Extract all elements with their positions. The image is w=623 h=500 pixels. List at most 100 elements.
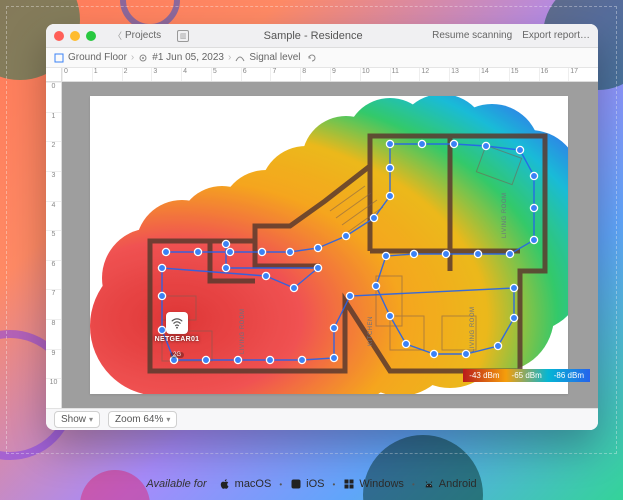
survey-point[interactable]	[370, 214, 377, 221]
export-report-button[interactable]: Export report…	[522, 30, 590, 41]
back-projects-button[interactable]: 〈 Projects	[108, 27, 166, 44]
window-controls	[54, 31, 96, 41]
access-point-marker[interactable]: NETGEAR01 2G	[154, 312, 200, 361]
ruler-tick: 8	[46, 319, 61, 349]
survey-point[interactable]	[298, 356, 305, 363]
survey-point[interactable]	[262, 272, 269, 279]
survey-point[interactable]	[158, 264, 165, 271]
signal-legend: -43 dBm -65 dBm -86 dBm	[463, 369, 590, 382]
room-label: LIVING ROOM	[502, 192, 508, 238]
survey-point[interactable]	[314, 264, 321, 271]
survey-point[interactable]	[530, 236, 537, 243]
close-icon[interactable]	[54, 31, 64, 41]
ruler-tick: 16	[539, 68, 569, 81]
resume-scanning-button[interactable]: Resume scanning	[432, 30, 512, 41]
layout-button[interactable]: ▥	[172, 28, 194, 44]
survey-point[interactable]	[234, 356, 241, 363]
ruler-tick: 8	[300, 68, 330, 81]
statusbar: Show ▾ Zoom 64% ▾	[46, 408, 598, 430]
apple-icon	[219, 478, 231, 490]
survey-point[interactable]	[430, 350, 437, 357]
survey-point[interactable]	[290, 284, 297, 291]
refresh-icon[interactable]	[307, 53, 317, 63]
survey-point[interactable]	[462, 350, 469, 357]
survey-point[interactable]	[482, 142, 489, 149]
ruler-tick: 1	[92, 68, 122, 81]
breadcrumb-survey[interactable]: #1 Jun 05, 2023	[152, 52, 224, 63]
survey-point[interactable]	[162, 248, 169, 255]
survey-point[interactable]	[342, 232, 349, 239]
zoom-icon[interactable]	[86, 31, 96, 41]
survey-point[interactable]	[330, 324, 337, 331]
survey-point[interactable]	[258, 248, 265, 255]
available-for-label: Available for	[146, 478, 206, 490]
platform-ios: iOS	[290, 478, 324, 490]
canvas-viewport[interactable]: LIVING ROOM KITCHEN LIVING ROOM LIVING R…	[62, 82, 598, 408]
survey-point[interactable]	[494, 342, 501, 349]
survey-point[interactable]	[386, 312, 393, 319]
survey-point[interactable]	[382, 252, 389, 259]
survey-point[interactable]	[418, 140, 425, 147]
ruler-tick: 7	[46, 289, 61, 319]
survey-point[interactable]	[158, 292, 165, 299]
ruler-tick: 6	[46, 260, 61, 290]
survey-point[interactable]	[516, 146, 523, 153]
survey-point[interactable]	[386, 192, 393, 199]
survey-point[interactable]	[286, 248, 293, 255]
minimize-icon[interactable]	[70, 31, 80, 41]
show-label: Show	[61, 414, 86, 425]
show-dropdown[interactable]: Show ▾	[54, 411, 100, 428]
survey-point[interactable]	[222, 240, 229, 247]
room-label: KITCHEN	[368, 316, 374, 346]
breadcrumb-visualization[interactable]: Signal level	[249, 52, 300, 63]
access-point-name: NETGEAR01	[154, 336, 200, 343]
platform-label: Android	[439, 478, 477, 490]
survey-point[interactable]	[222, 264, 229, 271]
ruler-tick: 3	[151, 68, 181, 81]
survey-point[interactable]	[506, 250, 513, 257]
platform-label: macOS	[235, 478, 272, 490]
survey-point[interactable]	[510, 314, 517, 321]
zoom-dropdown[interactable]: Zoom 64% ▾	[108, 411, 177, 428]
survey-point[interactable]	[226, 248, 233, 255]
survey-point[interactable]	[386, 140, 393, 147]
ruler-tick: 5	[211, 68, 241, 81]
chevron-right-icon: ›	[228, 52, 231, 63]
ruler-tick: 7	[270, 68, 300, 81]
survey-point[interactable]	[510, 284, 517, 291]
legend-weak: -86 dBm	[548, 369, 590, 382]
survey-point[interactable]	[346, 292, 353, 299]
breadcrumb: Ground Floor › #1 Jun 05, 2023 › Signal …	[46, 48, 598, 68]
survey-point[interactable]	[410, 250, 417, 257]
survey-point[interactable]	[442, 250, 449, 257]
ruler-tick: 0	[62, 68, 92, 81]
ios-icon	[290, 478, 302, 490]
ruler-tick: 4	[46, 201, 61, 231]
ruler-tick: 3	[46, 171, 61, 201]
survey-point[interactable]	[402, 340, 409, 347]
survey-point[interactable]	[474, 250, 481, 257]
survey-point[interactable]	[330, 354, 337, 361]
survey-point[interactable]	[202, 356, 209, 363]
survey-point[interactable]	[372, 282, 379, 289]
survey-point[interactable]	[530, 204, 537, 211]
room-label: LIVING ROOM	[240, 308, 246, 354]
layout-icon: ▥	[177, 30, 189, 42]
access-point-band: 2G	[170, 352, 184, 358]
ruler-tick: 2	[46, 141, 61, 171]
survey-point[interactable]	[530, 172, 537, 179]
chevron-down-icon: ▾	[89, 415, 93, 424]
survey-point[interactable]	[386, 164, 393, 171]
survey-point[interactable]	[266, 356, 273, 363]
survey-point[interactable]	[194, 248, 201, 255]
ruler-tick: 14	[479, 68, 509, 81]
ruler-tick: 4	[181, 68, 211, 81]
survey-point[interactable]	[450, 140, 457, 147]
survey-point[interactable]	[314, 244, 321, 251]
breadcrumb-floor[interactable]: Ground Floor	[68, 52, 127, 63]
ruler-horizontal: 0 1 2 3 4 5 6 7 8 9 10 11 12 13 14 15 16…	[62, 68, 598, 82]
ruler-tick: 12	[419, 68, 449, 81]
ruler-tick: 11	[390, 68, 420, 81]
platforms-footer: Available for macOS • iOS • Windows • An…	[0, 478, 623, 490]
platform-label: Windows	[359, 478, 404, 490]
